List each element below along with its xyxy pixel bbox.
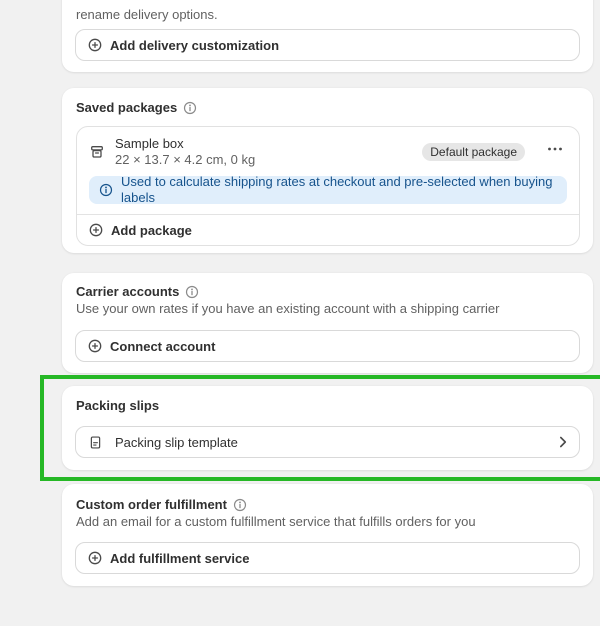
chevron-right-icon [559,436,567,448]
packing-slips-card: Packing slips Packing slip template [62,386,593,470]
default-package-badge: Default package [422,143,525,161]
package-info: Sample box 22 × 13.7 × 4.2 cm, 0 kg [115,136,255,168]
add-fulfillment-service-label: Add fulfillment service [110,550,250,566]
plus-circle-icon [88,38,102,52]
package-box-icon [89,144,105,160]
package-dimensions: 22 × 13.7 × 4.2 cm, 0 kg [115,152,256,167]
horizontal-dots-icon [547,147,563,151]
connect-account-label: Connect account [110,338,216,354]
custom-order-fulfillment-title: Custom order fulfillment [76,497,227,512]
package-name: Sample box [115,136,184,151]
connect-account-button[interactable]: Connect account [75,330,580,362]
add-fulfillment-service-button[interactable]: Add fulfillment service [75,542,580,574]
saved-packages-title: Saved packages [76,100,178,115]
custom-order-fulfillment-card: Custom order fulfillment Add an email fo… [62,484,593,586]
package-info-banner: Used to calculate shipping rates at chec… [89,174,567,205]
info-icon[interactable] [233,498,247,512]
packing-slip-template-label: Packing slip template [115,434,238,450]
plus-circle-icon [88,339,102,353]
add-delivery-customization-label: Add delivery customization [110,37,280,53]
carrier-accounts-description: Use your own rates if you have an existi… [76,301,500,316]
plus-circle-icon [88,551,102,565]
saved-packages-card: Saved packages Sample box 22 × 13.7 × 4.… [62,88,593,253]
delivery-customization-card: rename delivery options. Add delivery cu… [62,0,593,72]
package-menu-button[interactable] [545,145,565,153]
custom-order-fulfillment-title-row: Custom order fulfillment [76,497,247,513]
packing-slips-title-row: Packing slips [76,398,159,414]
carrier-accounts-title-row: Carrier accounts [76,284,199,300]
saved-packages-list: Sample box 22 × 13.7 × 4.2 cm, 0 kg Defa… [76,126,580,246]
add-package-button[interactable]: Add package [77,214,579,245]
package-info-banner-text: Used to calculate shipping rates at chec… [121,174,553,205]
delivery-customization-description: rename delivery options. [76,7,218,22]
add-package-label: Add package [111,222,192,238]
packing-slip-template-row[interactable]: Packing slip template [75,426,580,458]
package-row: Sample box 22 × 13.7 × 4.2 cm, 0 kg Defa… [77,127,579,176]
info-icon[interactable] [183,101,197,115]
saved-packages-title-row: Saved packages [76,100,197,116]
add-delivery-customization-button[interactable]: Add delivery customization [75,29,580,61]
custom-order-fulfillment-description: Add an email for a custom fulfillment se… [76,514,476,529]
shipping-settings-page: rename delivery options. Add delivery cu… [0,0,600,626]
carrier-accounts-title: Carrier accounts [76,284,180,299]
carrier-accounts-card: Carrier accounts Use your own rates if y… [62,273,593,373]
document-icon [88,435,103,450]
info-icon [99,183,113,197]
plus-circle-icon [89,223,103,237]
info-icon[interactable] [185,285,199,299]
packing-slips-title: Packing slips [76,398,160,413]
